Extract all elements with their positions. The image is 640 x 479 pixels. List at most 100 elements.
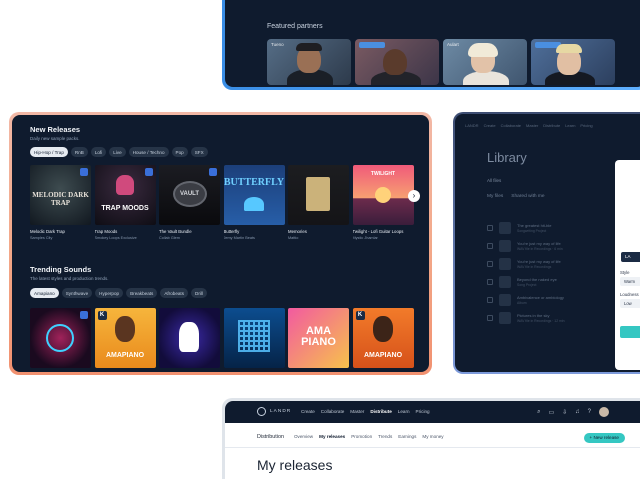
nav-item[interactable]: Collaborate — [321, 409, 345, 414]
section-name: Distribution — [257, 434, 284, 440]
nav-item-active[interactable]: Distribute — [370, 409, 391, 414]
top-bar-actions: ⌕ ▭ ⇩ ♫ ? — [537, 407, 609, 417]
genre-chip[interactable]: Live — [109, 147, 126, 157]
genre-chip[interactable]: Pop — [171, 147, 188, 157]
row-subtitle: Song Project — [517, 283, 537, 287]
row-subtitle: WAV file in Recordings — [517, 265, 552, 269]
download-icon[interactable]: ⇩ — [562, 409, 567, 416]
trend-cover — [223, 308, 285, 368]
pack-cover-text: VAULT — [179, 191, 200, 197]
pack-tile[interactable]: BUTTERFLY Butterfly Jemy Martin Beats — [223, 165, 285, 240]
trend-tile[interactable] — [30, 308, 91, 368]
subnav-item[interactable]: Trends — [378, 434, 392, 439]
row-subtitle: Album — [517, 301, 527, 305]
trend-tile[interactable] — [159, 308, 220, 368]
row-checkbox[interactable] — [487, 315, 493, 321]
help-icon[interactable]: ? — [588, 409, 591, 415]
library-row[interactable]: Beyond the naked eye Song Project — [487, 276, 607, 290]
row-title: You're just my way of life — [517, 241, 561, 246]
pack-tile[interactable]: MELODIC DARK TRAP Melodic Dark Trap Samp… — [30, 165, 91, 240]
style-chip[interactable]: Afrobeats — [160, 288, 189, 298]
pack-author: Collab Glem — [159, 235, 180, 240]
pack-tile[interactable]: VAULT The Vault Bundle Collab Glem — [159, 165, 220, 240]
style-chip[interactable]: Hyperpop — [95, 288, 124, 298]
trend-tile[interactable]: K AMAPIANO — [352, 308, 414, 368]
trend-tile[interactable] — [223, 308, 285, 368]
landr-logo-icon[interactable] — [257, 407, 266, 416]
style-chip[interactable]: Amapiano — [30, 288, 59, 298]
tab-my-files[interactable]: My files — [487, 194, 503, 199]
new-release-button[interactable]: + New release — [583, 433, 625, 443]
loudness-select[interactable]: Low — [620, 299, 640, 308]
row-title: The greatest hit-ble — [517, 223, 552, 228]
subnav-item[interactable]: Overview — [294, 434, 313, 439]
pack-title: Twilight - Lofi Guitar Loops — [352, 229, 404, 234]
partner-card[interactable]: Aulart — [443, 39, 527, 85]
video-icon[interactable]: ▭ — [548, 409, 554, 416]
partner-card[interactable] — [355, 39, 439, 85]
style-chip[interactable]: Drill — [191, 288, 207, 298]
partner-card[interactable] — [531, 39, 615, 85]
nav-item[interactable]: Distribute — [543, 123, 560, 128]
new-releases-window: New Releases Daily new sample packs. Hip… — [9, 112, 432, 375]
genre-chip[interactable]: SFX — [190, 147, 208, 157]
trend-tile[interactable]: K AMAPIANO — [94, 308, 156, 368]
genre-chip[interactable]: Lofi — [90, 147, 107, 157]
trend-tile[interactable]: AMA PIANO — [288, 308, 349, 368]
row-checkbox[interactable] — [487, 261, 493, 267]
nav-item[interactable]: Master — [350, 409, 364, 414]
pack-cover-text: TRAP MOODS — [101, 205, 149, 212]
subnav-item[interactable]: Promotion — [351, 434, 372, 439]
style-select[interactable]: Warm — [620, 277, 640, 286]
row-subtitle: Songwriting Project — [517, 229, 547, 233]
distribution-subnav: Distribution Overview My releases Promot… — [257, 434, 444, 440]
pack-tile[interactable]: Memories Mattio — [288, 165, 349, 240]
featured-partners-title: Featured partners — [267, 23, 323, 30]
subnav-item[interactable]: Earnings — [398, 434, 416, 439]
pack-badge-icon — [209, 168, 217, 176]
next-arrow-icon[interactable]: › — [408, 190, 420, 202]
search-icon[interactable]: ⌕ — [537, 409, 540, 416]
pack-tile[interactable]: TRAP MOODS Trap Moods Smokey Loops Exclu… — [94, 165, 156, 240]
nav-item[interactable]: Collaborate — [501, 123, 521, 128]
pack-author: Mattio — [288, 235, 299, 240]
partner-card[interactable]: Tueno — [267, 39, 351, 85]
row-thumbnail — [499, 240, 511, 252]
row-checkbox[interactable] — [487, 225, 493, 231]
library-row[interactable]: Ambivalence or ambiology Album — [487, 294, 607, 308]
partner-label: Tueno — [271, 42, 284, 47]
library-filter-dropdown[interactable]: All files — [487, 178, 501, 183]
avatar[interactable] — [599, 407, 609, 417]
nav-item[interactable]: Learn — [565, 123, 575, 128]
pack-cover-text: MELODIC DARK TRAP — [32, 191, 89, 207]
nav-item[interactable]: Create — [301, 409, 315, 414]
pack-author: Samples City — [30, 235, 53, 240]
subnav-item-active[interactable]: My releases — [319, 434, 345, 439]
library-row[interactable]: You're just my way of life WAV file in R… — [487, 240, 607, 254]
distribution-top-bar: LANDR Create Collaborate Master Distribu… — [225, 401, 640, 423]
new-releases-carousel: MELODIC DARK TRAP Melodic Dark Trap Samp… — [30, 165, 414, 240]
pack-tile[interactable]: TWILIGHT Twilight - Lofi Guitar Loops My… — [352, 165, 414, 240]
nav-item[interactable]: Pricing — [416, 409, 430, 414]
notification-bell-icon[interactable]: ♫ — [575, 409, 580, 415]
row-checkbox[interactable] — [487, 243, 493, 249]
master-button[interactable] — [620, 326, 640, 338]
genre-chip[interactable]: House / Techno — [128, 147, 169, 157]
nav-item[interactable]: Learn — [398, 409, 410, 414]
library-row[interactable]: Pictures in the sky WAV file in Recordin… — [487, 312, 607, 326]
genre-chip[interactable]: RnB — [70, 147, 88, 157]
nav-logo[interactable]: LANDR — [465, 123, 479, 128]
row-checkbox[interactable] — [487, 297, 493, 303]
pack-title: Butterfly — [223, 229, 240, 234]
nav-item[interactable]: Pricing — [580, 123, 592, 128]
library-row[interactable]: You're just my way of life WAV file in R… — [487, 258, 607, 272]
tab-shared-with-me[interactable]: Shared with me — [511, 194, 544, 199]
nav-item[interactable]: Master — [526, 123, 538, 128]
library-row[interactable]: The greatest hit-ble Songwriting Project — [487, 222, 607, 236]
style-chip[interactable]: Breakbeats — [126, 288, 158, 298]
nav-item[interactable]: Create — [484, 123, 496, 128]
style-chip[interactable]: Synthwave — [61, 288, 93, 298]
genre-chip[interactable]: Hip-Hop / Trap — [30, 147, 68, 157]
subnav-item[interactable]: My money — [422, 434, 443, 439]
row-checkbox[interactable] — [487, 279, 493, 285]
